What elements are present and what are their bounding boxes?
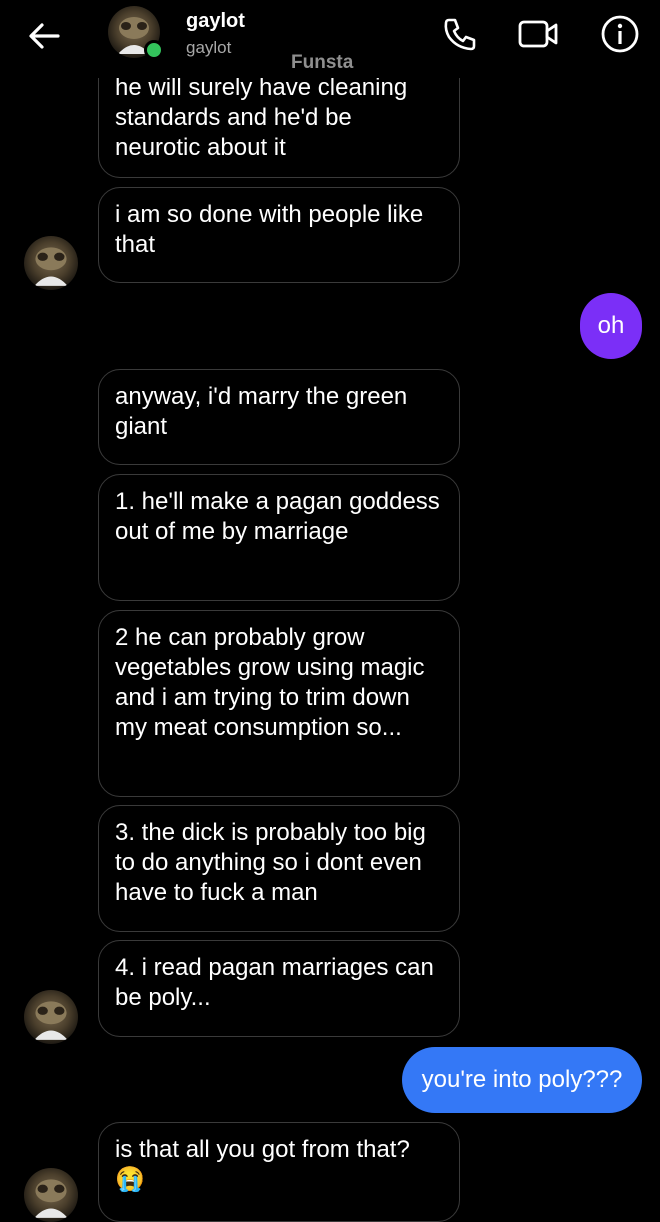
online-status-dot bbox=[144, 40, 164, 60]
incoming-message[interactable]: 4. i read pagan marriages can be poly... bbox=[98, 940, 460, 1037]
contact-avatar[interactable] bbox=[108, 6, 164, 62]
sender-avatar[interactable] bbox=[24, 236, 78, 290]
incoming-message[interactable]: anyway, i'd marry the green giant bbox=[98, 369, 460, 465]
chat-header: gaylot gaylot Funsta bbox=[0, 0, 660, 78]
incoming-message[interactable]: 3. the dick is probably too big to do an… bbox=[98, 805, 460, 932]
message-text: is that all you got from that? bbox=[115, 1136, 410, 1163]
incoming-message[interactable]: 1. he'll make a pagan goddess out of me … bbox=[98, 474, 460, 601]
video-camera-icon[interactable] bbox=[518, 14, 558, 54]
sender-avatar[interactable] bbox=[24, 1168, 78, 1222]
contact-name[interactable]: gaylot bbox=[186, 10, 245, 33]
avatar-image bbox=[34, 1001, 68, 1040]
incoming-message[interactable]: i am so done with people like that bbox=[98, 187, 460, 283]
sender-avatar[interactable] bbox=[24, 990, 78, 1044]
info-icon[interactable] bbox=[600, 14, 640, 54]
outgoing-message[interactable]: you're into poly??? bbox=[402, 1047, 642, 1113]
avatar-image bbox=[34, 247, 68, 286]
phone-icon[interactable] bbox=[440, 14, 480, 54]
watermark-text: Funsta bbox=[291, 52, 354, 73]
arrow-left-icon[interactable] bbox=[22, 14, 66, 58]
incoming-message[interactable]: is that all you got from that? 😭 bbox=[98, 1122, 460, 1222]
avatar-image bbox=[34, 1179, 68, 1218]
incoming-message[interactable]: 2 he can probably grow vegetables grow u… bbox=[98, 610, 460, 797]
outgoing-message[interactable]: oh bbox=[580, 293, 642, 359]
contact-username: gaylot bbox=[186, 38, 232, 57]
crying-emoji: 😭 bbox=[115, 1166, 145, 1193]
